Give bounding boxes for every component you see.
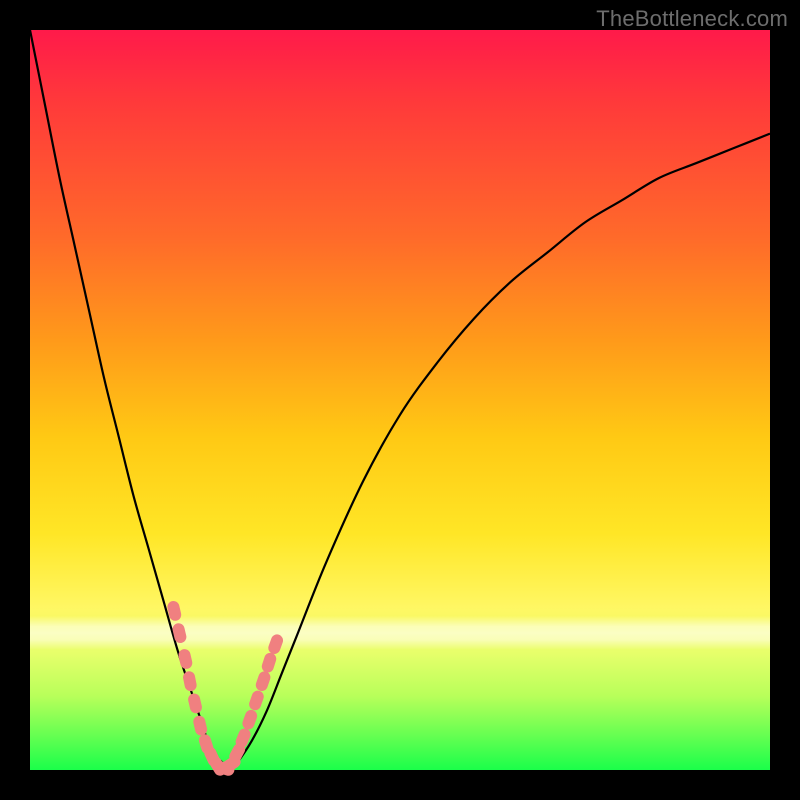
plot-area: [30, 30, 770, 770]
marker-bead: [177, 648, 193, 670]
marker-bead: [241, 708, 259, 731]
watermark-text: TheBottleneck.com: [596, 6, 788, 32]
marker-bead: [187, 692, 203, 714]
bottleneck-curve: [30, 30, 770, 770]
markers-group: [166, 600, 285, 778]
marker-bead: [260, 651, 278, 674]
marker-bead: [247, 689, 265, 712]
curve-svg: [30, 30, 770, 770]
marker-bead: [254, 670, 272, 693]
marker-bead: [267, 633, 285, 656]
chart-frame: TheBottleneck.com: [0, 0, 800, 800]
